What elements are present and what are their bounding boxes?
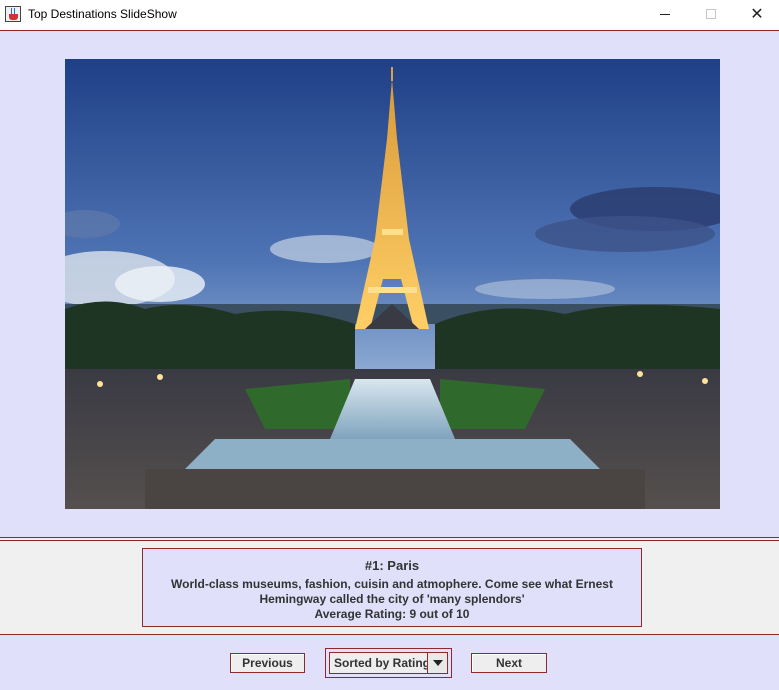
chevron-down-icon — [433, 660, 443, 666]
description-box: #1: Paris World-class museums, fashion, … — [142, 548, 642, 627]
dropdown-arrow-button[interactable] — [427, 653, 447, 673]
sort-dropdown[interactable]: Sorted by Rating — [329, 652, 448, 674]
maximize-icon — [706, 9, 716, 19]
title-bar: Top Destinations SlideShow ✕ — [0, 0, 779, 30]
destination-title: #1: Paris — [364, 558, 420, 573]
destination-description: World-class museums, fashion, cuisin and… — [171, 577, 613, 606]
control-panel: Previous Sorted by Rating Next — [0, 634, 779, 690]
java-cup-icon — [5, 6, 21, 22]
close-button[interactable]: ✕ — [734, 0, 779, 30]
description-area: #1: Paris World-class museums, fashion, … — [0, 540, 779, 634]
eiffel-tower-photo — [65, 59, 720, 509]
sort-combo-wrapper: Sorted by Rating — [325, 648, 452, 678]
maximize-button[interactable] — [688, 0, 734, 30]
sort-selected-value: Sorted by Rating — [334, 656, 431, 670]
next-button[interactable]: Next — [471, 653, 547, 673]
close-icon: ✕ — [750, 6, 764, 23]
minimize-button[interactable] — [642, 0, 688, 30]
minimize-icon — [660, 14, 670, 15]
image-panel — [0, 30, 779, 538]
window-title: Top Destinations SlideShow — [28, 7, 177, 21]
average-rating: Average Rating: 9 out of 10 — [314, 607, 470, 621]
previous-button[interactable]: Previous — [230, 653, 305, 673]
